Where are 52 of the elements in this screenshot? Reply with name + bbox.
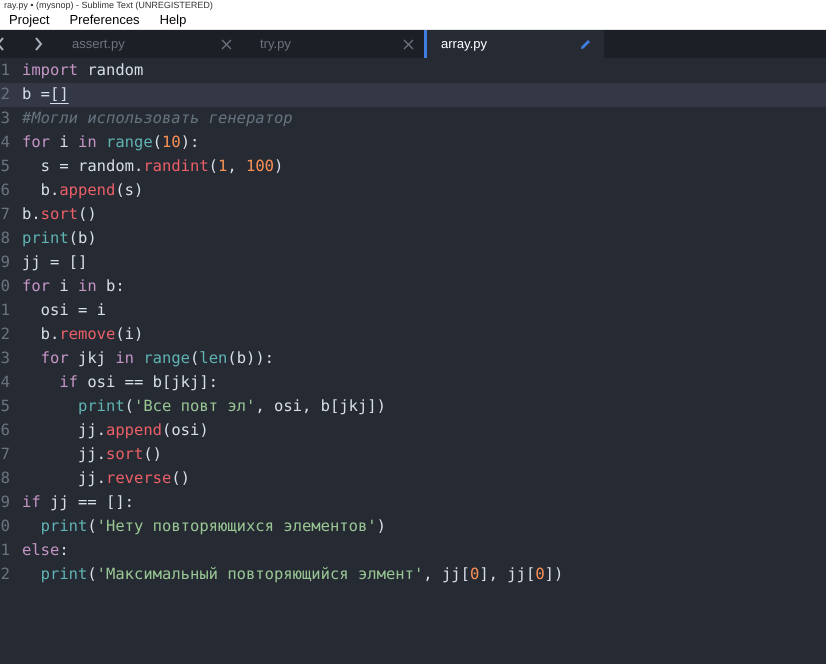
code-line: import random xyxy=(22,60,144,82)
line-number: 4 xyxy=(0,372,10,394)
menu-item[interactable]: Project xyxy=(9,10,50,30)
code-line: for jkj in range(len(b)): xyxy=(40,348,274,370)
code-line: b.append(s) xyxy=(40,180,144,202)
line-number: 6 xyxy=(0,420,10,442)
line-number: 1 xyxy=(0,540,10,562)
code-line: #Могли использовать генератор xyxy=(22,108,293,130)
code-line: print('Максимальный повторяющийся элмент', jj[0], jj[0]) xyxy=(40,564,564,586)
code-line: if jj == []: xyxy=(22,492,134,514)
line-number: 1 xyxy=(0,60,10,82)
line-number: 1 xyxy=(0,300,10,322)
line-number: 9 xyxy=(0,492,10,514)
line-number: 4 xyxy=(0,132,10,154)
code-line: for i in b: xyxy=(22,276,125,298)
code-line: jj = [] xyxy=(22,252,88,274)
line-number: 5 xyxy=(0,156,10,178)
pencil-icon xyxy=(580,38,592,50)
line-number: 3 xyxy=(0,348,10,370)
line-number: 7 xyxy=(0,204,10,226)
menu-item[interactable]: Preferences xyxy=(69,10,140,30)
line-number: 8 xyxy=(0,468,10,490)
code-line: jj.sort() xyxy=(76,444,162,466)
close-icon[interactable] xyxy=(221,38,232,50)
line-number: 5 xyxy=(0,396,10,418)
code-line: s = random.randint(1, 100) xyxy=(40,156,284,178)
code-line: print('Все повт эл', osi, b[jkj]) xyxy=(76,396,386,418)
line-number: 8 xyxy=(0,228,10,250)
line-number: 2 xyxy=(0,84,10,106)
line-number: 9 xyxy=(0,252,10,274)
close-icon[interactable] xyxy=(403,38,414,50)
code-line: b.remove(i) xyxy=(40,324,144,346)
code-line: b =[] xyxy=(22,84,69,106)
line-number: 3 xyxy=(0,108,10,130)
code-line: print('Нету повторяющихся элементов') xyxy=(40,516,386,538)
line-number: 6 xyxy=(0,180,10,202)
code-line: jj.append(osi) xyxy=(76,420,209,442)
code-line: print(b) xyxy=(22,228,97,250)
window-title: ray.py • (mysnop) - Sublime Text (UNREGISTERED) xyxy=(4,0,213,10)
line-number: 7 xyxy=(0,444,10,466)
code-line: else: xyxy=(22,540,69,562)
code-line: for i in range(10): xyxy=(22,132,200,154)
line-number: 0 xyxy=(0,276,10,298)
line-number: 2 xyxy=(0,324,10,346)
line-number: 2 xyxy=(0,564,10,586)
menu-item[interactable]: Help xyxy=(160,10,186,30)
code-line: jj.reverse() xyxy=(76,468,190,490)
editor-tab[interactable]: array.py xyxy=(424,30,604,58)
code-line: osi = i xyxy=(40,300,106,322)
line-number: 0 xyxy=(0,516,10,538)
code-line: b.sort() xyxy=(22,204,97,226)
code-line: if osi == b[jkj]: xyxy=(58,372,218,394)
